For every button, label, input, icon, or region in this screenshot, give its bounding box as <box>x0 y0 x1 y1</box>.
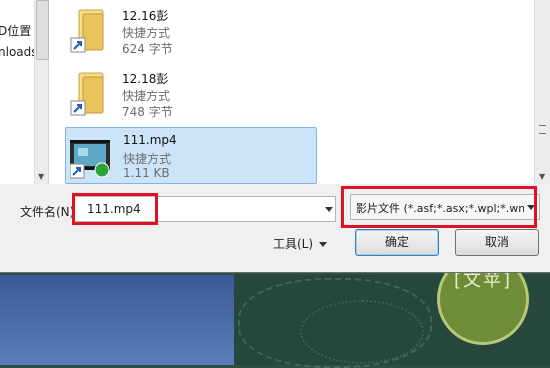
nav-item-location[interactable]: D位置 <box>0 22 31 39</box>
navigation-pane: D位置 nloads ▼ <box>0 0 49 184</box>
nav-scrollbar[interactable]: ▼ <box>34 0 49 184</box>
file-list-scrollbar[interactable]: ▼ <box>534 0 550 184</box>
nav-scroll-thumb[interactable] <box>36 0 49 60</box>
file-item[interactable]: 12.16彭 快捷方式 624 字节 <box>65 2 315 57</box>
folder-shortcut-icon <box>70 72 104 116</box>
file-type: 快捷方式 <box>122 26 171 40</box>
file-name: 111.mp4 <box>123 133 177 147</box>
tools-menu-button[interactable]: 工具(L) <box>273 235 328 252</box>
filter-highlight-box <box>341 186 537 228</box>
chevron-down-icon[interactable] <box>325 207 333 212</box>
background-ornament <box>300 300 424 364</box>
file-item[interactable]: 12.18彭 快捷方式 748 字节 <box>65 65 315 120</box>
folder-shortcut-icon <box>70 9 104 53</box>
file-size: 748 字节 <box>122 105 173 119</box>
scroll-down-icon[interactable]: ▼ <box>539 172 545 181</box>
file-size: 624 字节 <box>122 42 173 56</box>
chevron-down-icon[interactable] <box>319 242 328 247</box>
nav-item-downloads[interactable]: nloads <box>0 45 38 59</box>
filename-highlight-box <box>72 193 158 225</box>
open-file-dialog: D位置 nloads ▼ 12.16彭 快捷方式 624 字节 12.18彭 快… <box>0 0 550 273</box>
file-list: 12.16彭 快捷方式 624 字节 12.18彭 快捷方式 748 字节 11… <box>49 0 534 184</box>
ok-button[interactable]: 确定 <box>355 229 439 256</box>
file-size: 1.11 KB <box>123 166 170 180</box>
scroll-grip-icon[interactable] <box>539 125 546 134</box>
file-item-selected[interactable]: 111.mp4 快捷方式 1.11 KB <box>65 127 317 184</box>
background-blue-panel <box>0 275 234 365</box>
cancel-button[interactable]: 取消 <box>455 229 539 256</box>
video-shortcut-icon <box>70 140 110 179</box>
tools-label[interactable]: 工具(L) <box>273 237 313 251</box>
file-name: 12.18彭 <box>122 72 169 86</box>
nav-scroll-down-icon[interactable]: ▼ <box>38 172 44 181</box>
file-name: 12.16彭 <box>122 9 169 23</box>
file-type: 快捷方式 <box>122 89 171 103</box>
file-type: 快捷方式 <box>123 152 172 166</box>
filename-label: 文件名(N): <box>20 205 79 219</box>
